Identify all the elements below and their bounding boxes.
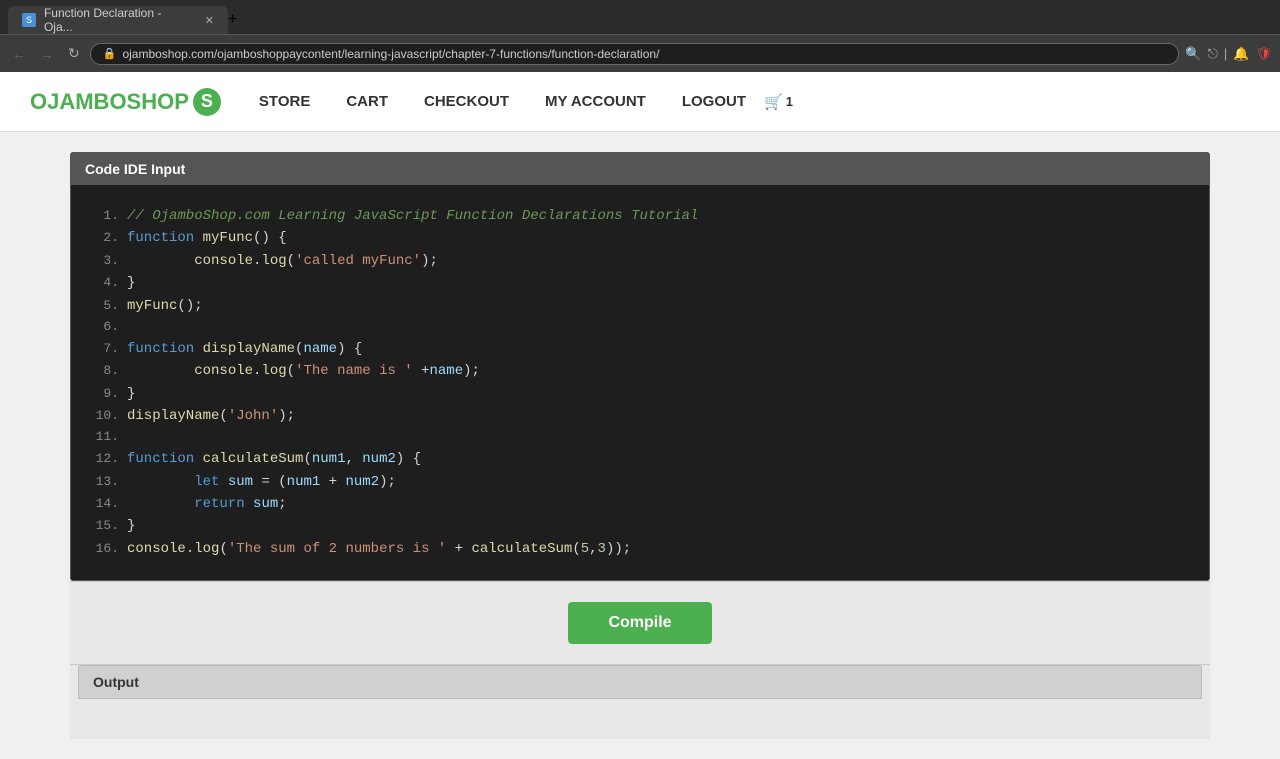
tab-title: Function Declaration - Oja... bbox=[44, 6, 193, 34]
back-button[interactable]: ← bbox=[8, 44, 30, 64]
code-ide-header: Code IDE Input bbox=[71, 153, 1209, 185]
code-content: console.log('called myFunc'); bbox=[127, 250, 438, 272]
code-line-13: 13. let sum = (num1 + num2); bbox=[91, 471, 1189, 493]
code-line-1: 1. // OjamboShop.com Learning JavaScript… bbox=[91, 205, 1189, 227]
forward-button[interactable]: → bbox=[36, 44, 58, 64]
code-content: myFunc(); bbox=[127, 295, 203, 317]
code-content: function myFunc() { bbox=[127, 227, 287, 249]
nav-links: STORE CART CHECKOUT MY ACCOUNT LOGOUT 🛒 … bbox=[241, 93, 793, 111]
nav-checkout[interactable]: CHECKOUT bbox=[406, 93, 527, 110]
compile-area: Compile bbox=[70, 581, 1210, 664]
code-content: // OjamboShop.com Learning JavaScript Fu… bbox=[127, 205, 698, 227]
line-number: 2. bbox=[91, 228, 119, 249]
line-number: 7. bbox=[91, 339, 119, 360]
shield-icon[interactable]: 🛡 bbox=[1255, 46, 1272, 62]
navigation: OJAMBOSHOP S STORE CART CHECKOUT MY ACCO… bbox=[0, 72, 1280, 132]
line-number: 15. bbox=[91, 516, 119, 537]
code-line-7: 7. function displayName(name) { bbox=[91, 338, 1189, 360]
line-number: 8. bbox=[91, 361, 119, 382]
compile-button[interactable]: Compile bbox=[568, 602, 711, 644]
cart-count: 1 bbox=[786, 94, 793, 109]
tab-close-button[interactable]: ✕ bbox=[205, 14, 214, 27]
line-number: 11. bbox=[91, 427, 119, 448]
code-content: } bbox=[127, 272, 135, 294]
brand-logo: S bbox=[193, 88, 221, 116]
tab-bar: S Function Declaration - Oja... ✕ + bbox=[0, 0, 1280, 34]
line-number: 5. bbox=[91, 296, 119, 317]
code-content: console.log('The name is ' +name); bbox=[127, 360, 480, 382]
notification-icon[interactable]: 🔔 bbox=[1233, 46, 1249, 62]
code-line-10: 10. displayName('John'); bbox=[91, 405, 1189, 427]
line-number: 4. bbox=[91, 273, 119, 294]
line-number: 14. bbox=[91, 494, 119, 515]
code-content: return sum; bbox=[127, 493, 287, 515]
code-content: } bbox=[127, 383, 135, 405]
code-line-9: 9. } bbox=[91, 383, 1189, 405]
code-line-8: 8. console.log('The name is ' +name); bbox=[91, 360, 1189, 382]
browser-window: S Function Declaration - Oja... ✕ + ← → … bbox=[0, 0, 1280, 739]
code-line-11: 11. bbox=[91, 427, 1189, 448]
security-icon: 🔒 bbox=[103, 47, 117, 60]
code-line-2: 2. function myFunc() { bbox=[91, 227, 1189, 249]
code-content: displayName('John'); bbox=[127, 405, 295, 427]
line-number: 10. bbox=[91, 406, 119, 427]
code-content: function displayName(name) { bbox=[127, 338, 362, 360]
code-content: let sum = (num1 + num2); bbox=[127, 471, 396, 493]
tab-favicon: S bbox=[22, 13, 36, 27]
output-header: Output bbox=[78, 665, 1202, 699]
code-line-5: 5. myFunc(); bbox=[91, 295, 1189, 317]
output-area: Output bbox=[70, 664, 1210, 739]
share-icon[interactable]: ⎋ bbox=[1208, 46, 1218, 62]
nav-logout[interactable]: LOGOUT bbox=[664, 93, 764, 110]
line-number: 12. bbox=[91, 449, 119, 470]
brand-link[interactable]: OJAMBOSHOP S bbox=[30, 88, 221, 116]
code-ide: Code IDE Input 1. // OjamboShop.com Lear… bbox=[70, 152, 1210, 581]
code-editor[interactable]: 1. // OjamboShop.com Learning JavaScript… bbox=[71, 185, 1209, 580]
line-number: 3. bbox=[91, 251, 119, 272]
main-content: Code IDE Input 1. // OjamboShop.com Lear… bbox=[50, 152, 1230, 739]
toolbar-icons: 🔍 ⎋ | 🔔 🛡 bbox=[1185, 46, 1272, 62]
rss-icon: | bbox=[1224, 46, 1227, 61]
cart-icon-wrap[interactable]: 🛒 1 bbox=[764, 93, 793, 111]
active-tab[interactable]: S Function Declaration - Oja... ✕ bbox=[8, 6, 228, 34]
code-content: } bbox=[127, 515, 135, 537]
code-line-15: 15. } bbox=[91, 515, 1189, 537]
nav-myaccount[interactable]: MY ACCOUNT bbox=[527, 93, 664, 110]
cart-icon: 🛒 bbox=[764, 93, 783, 111]
code-line-16: 16. console.log('The sum of 2 numbers is… bbox=[91, 538, 1189, 560]
line-number: 1. bbox=[91, 206, 119, 227]
nav-cart[interactable]: CART bbox=[328, 93, 406, 110]
line-number: 16. bbox=[91, 539, 119, 560]
search-icon[interactable]: 🔍 bbox=[1185, 46, 1201, 62]
address-bar[interactable]: 🔒 ojamboshop.com/ojamboshoppaycontent/le… bbox=[90, 43, 1180, 65]
code-line-6: 6. bbox=[91, 317, 1189, 338]
nav-store[interactable]: STORE bbox=[241, 93, 328, 110]
refresh-button[interactable]: ↻ bbox=[64, 43, 84, 64]
line-number: 13. bbox=[91, 472, 119, 493]
page-content: OJAMBOSHOP S STORE CART CHECKOUT MY ACCO… bbox=[0, 72, 1280, 739]
code-line-14: 14. return sum; bbox=[91, 493, 1189, 515]
line-number: 9. bbox=[91, 384, 119, 405]
url-text: ojamboshop.com/ojamboshoppaycontent/lear… bbox=[122, 47, 659, 61]
output-body bbox=[70, 699, 1210, 739]
browser-toolbar: ← → ↻ 🔒 ojamboshop.com/ojamboshoppaycont… bbox=[0, 34, 1280, 72]
line-number: 6. bbox=[91, 317, 119, 338]
new-tab-button[interactable]: + bbox=[228, 11, 237, 29]
brand-text: OJAMBOSHOP bbox=[30, 89, 189, 115]
code-line-12: 12. function calculateSum(num1, num2) { bbox=[91, 448, 1189, 470]
code-line-3: 3. console.log('called myFunc'); bbox=[91, 250, 1189, 272]
code-line-4: 4. } bbox=[91, 272, 1189, 294]
code-content: console.log('The sum of 2 numbers is ' +… bbox=[127, 538, 631, 560]
code-content: function calculateSum(num1, num2) { bbox=[127, 448, 421, 470]
